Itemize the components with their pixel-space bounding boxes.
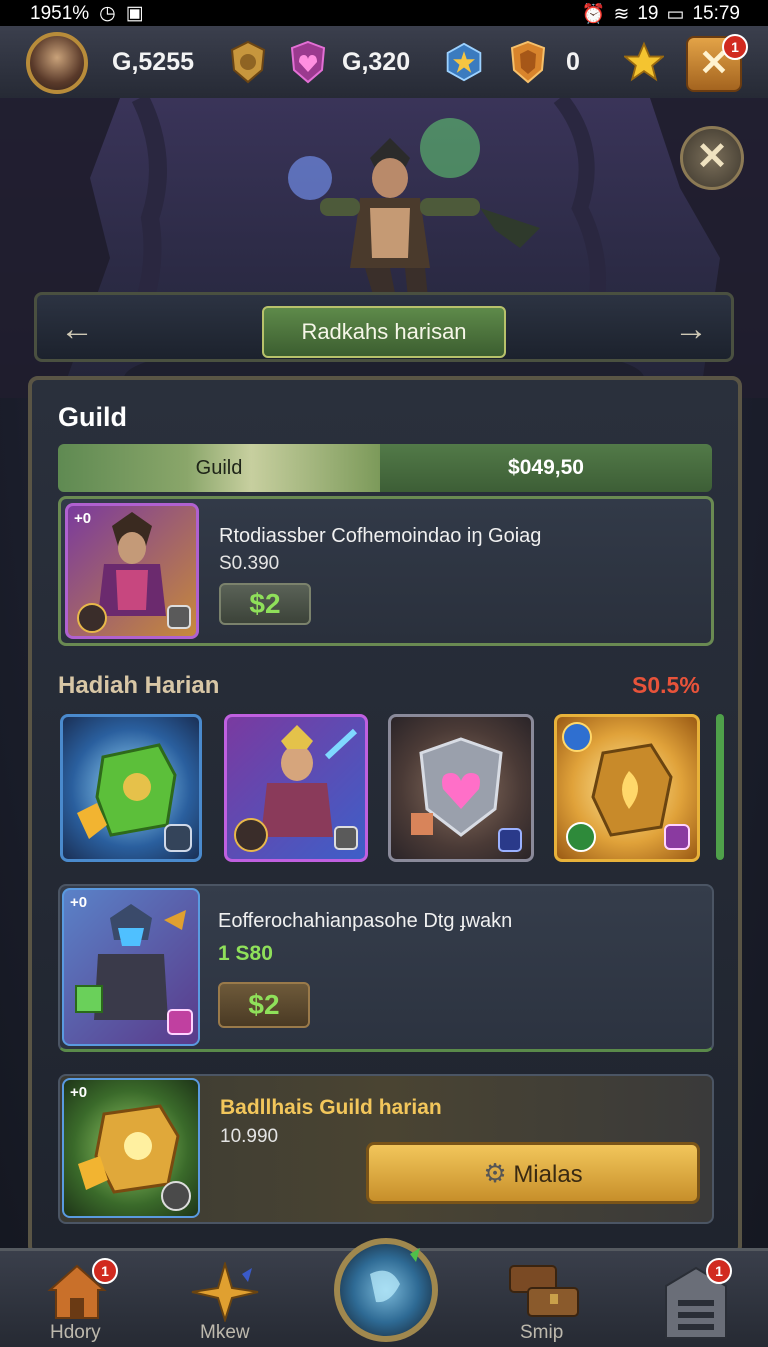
heart-shield-icon <box>411 737 522 852</box>
gold-shield-icon <box>230 40 266 84</box>
gold-amount: G,5255 <box>112 48 195 76</box>
world-map-button[interactable] <box>334 1238 438 1342</box>
treasure-chest-icon[interactable] <box>504 1260 584 1320</box>
hero-warrior-illustration <box>288 118 540 318</box>
battery-icon: ▭ <box>666 3 685 25</box>
star-badge-icon <box>446 42 482 82</box>
daily-reward-title: Hadiah Harian <box>58 672 220 699</box>
daily-item-purple-warrior[interactable] <box>224 714 368 862</box>
shuriken-icon[interactable] <box>190 1262 260 1322</box>
alarm-icon: ⏰ <box>581 4 606 25</box>
offer-card-2[interactable]: +0 Eofferochahianpasohe Dtg ɟwakn 1 S80 … <box>58 884 714 1052</box>
daily-reward-percent: S0.5% <box>632 672 700 698</box>
guild-offer-thumbnail: +0 <box>65 503 199 639</box>
offer-2-name: Eofferochahianpasohe Dtg ɟwakn <box>218 910 513 932</box>
purple-warrior-icon <box>234 725 358 852</box>
resource-bar: G,5255 G,320 0 ✕ 1 <box>0 26 768 100</box>
gold-star-icon <box>624 41 664 82</box>
nav-label-shop[interactable]: Smip <box>520 1322 563 1344</box>
gold-rune-icon <box>562 722 690 852</box>
guild-offer-buy-button[interactable]: $2 <box>219 583 311 625</box>
orange-shield-icon <box>510 40 546 84</box>
notification-badge: 1 <box>722 34 748 60</box>
offer-2-thumbnail: +0 <box>62 888 200 1046</box>
menu-badge: 1 <box>706 1258 732 1284</box>
nav-label-home[interactable]: Hdory <box>50 1322 101 1344</box>
player-avatar[interactable] <box>26 32 88 94</box>
guild-offer-name: Rtodiassber Cofhemoindao iŋ Goiag <box>219 525 542 547</box>
daily-item-heart-shield[interactable] <box>388 714 534 862</box>
tab-guild-price[interactable]: $049,50 <box>380 444 712 492</box>
offer-3-action-button[interactable]: ⚙ Mialas <box>366 1142 700 1204</box>
guild-section-title: Guild <box>58 402 127 432</box>
gem-shield-icon <box>290 40 326 84</box>
tab-guild[interactable]: Guild <box>58 444 380 492</box>
item-level-badge: +0 <box>70 1084 88 1101</box>
signal-text: 19 <box>637 3 659 24</box>
home-badge: 1 <box>92 1258 118 1284</box>
hero-close-button[interactable]: ✕ <box>680 126 744 190</box>
wifi-icon: ≋ <box>613 3 630 25</box>
offer-3-action-label: Mialas <box>513 1161 583 1188</box>
item-level-badge: +0 <box>70 894 88 911</box>
hero-title-banner: Radkahs harisan <box>262 306 506 358</box>
token-amount: 0 <box>566 48 580 76</box>
app-icon: ▣ <box>125 3 144 24</box>
offer-2-subprice: 1 S80 <box>218 942 273 965</box>
offer-3-name: Badllhais Guild harian <box>220 1096 442 1119</box>
item-level-badge: +0 <box>74 510 92 527</box>
offer-2-buy-button[interactable]: $2 <box>218 982 310 1028</box>
armored-knight-icon <box>75 904 193 1035</box>
guild-offer-card[interactable]: +0 Rtodiassber Cofhemoindao iŋ Goiag S0.… <box>58 496 714 646</box>
prev-arrow-button[interactable]: ← <box>60 310 94 349</box>
daily-item-gold-rune[interactable] <box>554 714 700 862</box>
status-time: 15:79 <box>692 3 740 24</box>
clock-icon: ◷ <box>99 3 116 24</box>
daily-scrollbar-thumb[interactable] <box>716 714 724 860</box>
daily-scrollbar[interactable] <box>716 714 724 860</box>
guild-offer-subprice: S0.390 <box>219 553 280 574</box>
gem-amount: G,320 <box>342 48 411 76</box>
offer-3-subprice: 10.990 <box>220 1126 279 1147</box>
nav-label-mkew[interactable]: Mkew <box>200 1322 250 1344</box>
green-crate-icon <box>77 743 192 852</box>
status-bar: 1951% ◷ ▣ ⏰ ≋ 19 ▭ 15:79 <box>0 0 768 26</box>
next-arrow-button[interactable]: → <box>674 310 708 349</box>
offer-3-thumbnail: +0 <box>62 1078 200 1218</box>
globe-icon <box>370 1248 420 1303</box>
battery-percent: 1951% <box>30 2 90 24</box>
guild-tab-bar: Guild $049,50 <box>58 444 712 492</box>
gear-icon: ⚙ <box>483 1158 507 1188</box>
daily-item-green-crate[interactable] <box>60 714 202 862</box>
